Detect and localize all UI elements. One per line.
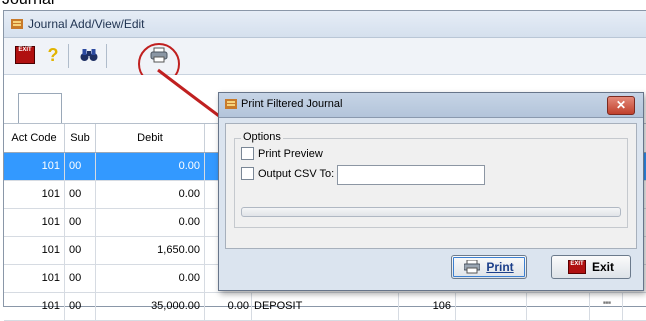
exit-icon-text: EXIT: [18, 47, 32, 53]
cell-reference: 106: [399, 293, 456, 320]
dialog-body: Options Print Preview Output CSV To:: [225, 123, 637, 249]
cell-sub: 00: [65, 265, 96, 292]
exit-icon: EXIT: [567, 260, 586, 274]
cell-debit: 35,000.00: [96, 293, 205, 320]
toolbar: EXIT ?: [4, 38, 646, 75]
printer-icon: [464, 260, 481, 274]
cell-debit: 0.00: [96, 209, 205, 236]
cell-sub: 00: [65, 293, 96, 320]
toolbar-separator: [68, 44, 69, 68]
output-csv-option[interactable]: Output CSV To:: [241, 167, 334, 180]
tab-main[interactable]: [18, 93, 62, 124]
help-icon: ?: [47, 44, 59, 65]
cell-act-code: 101: [4, 181, 65, 208]
print-button-label: Print: [486, 260, 514, 274]
print-button[interactable]: Print: [451, 255, 527, 279]
binoculars-icon: [80, 49, 98, 61]
cell-empty: [456, 293, 527, 320]
cell-description: DEPOSIT: [252, 293, 399, 320]
cell-act-code: 101: [4, 209, 65, 236]
cell-act-code: 101: [4, 153, 65, 180]
cell-sub: 00: [65, 181, 96, 208]
exit-icon: EXIT: [15, 46, 35, 64]
cell-empty: [529, 293, 590, 320]
options-groupbox: Options Print Preview Output CSV To:: [234, 131, 628, 228]
print-preview-option[interactable]: Print Preview: [241, 147, 323, 160]
options-legend: Options: [241, 131, 283, 143]
cell-act-code: 101: [4, 237, 65, 264]
app-icon: [225, 99, 237, 109]
csv-path-input[interactable]: [337, 165, 485, 185]
cell-sub: 00: [65, 237, 96, 264]
window-title: Journal Add/View/Edit: [28, 17, 145, 31]
cell-sub: 00: [65, 153, 96, 180]
progress-bar: [241, 207, 621, 217]
header-sub[interactable]: Sub: [65, 124, 96, 152]
cell-sub: 00: [65, 209, 96, 236]
exit-toolbar-button[interactable]: EXIT: [14, 44, 36, 66]
output-csv-checkbox[interactable]: [241, 167, 254, 180]
cell-debit: 0.00: [96, 181, 205, 208]
cell-act-code: 101: [4, 293, 65, 320]
close-button[interactable]: ✕: [607, 96, 635, 115]
header-act-code[interactable]: Act Code: [4, 124, 65, 152]
cell-debit: 1,650.00: [96, 237, 205, 264]
cell-debit: 0.00: [96, 265, 205, 292]
help-button[interactable]: ?: [42, 44, 64, 66]
cell-debit: 0.00: [96, 153, 205, 180]
print-preview-checkbox[interactable]: [241, 147, 254, 160]
print-preview-label: Print Preview: [258, 147, 323, 160]
print-filtered-journal-dialog: Print Filtered Journal ✕ Options Print P…: [218, 92, 644, 291]
exit-button[interactable]: EXIT Exit: [551, 255, 631, 279]
exit-button-label: Exit: [591, 260, 614, 274]
window-titlebar: Journal Add/View/Edit: [4, 11, 646, 38]
output-csv-label: Output CSV To:: [258, 167, 335, 180]
cell-act-code: 101: [4, 265, 65, 292]
cell-credit: 0.00: [205, 293, 252, 320]
toolbar-separator: [106, 44, 107, 68]
dialog-titlebar: Print Filtered Journal ✕: [219, 93, 643, 118]
table-row[interactable]: 101 00 35,000.00 0.00 DEPOSIT 106 "": [4, 293, 646, 321]
cropped-heading: Journal: [0, 0, 646, 10]
cell-extra: "": [592, 293, 623, 320]
partial-heading-text: Journal: [2, 0, 54, 9]
app-icon: [11, 19, 23, 29]
dialog-title: Print Filtered Journal: [241, 98, 343, 110]
find-button[interactable]: [78, 44, 100, 66]
